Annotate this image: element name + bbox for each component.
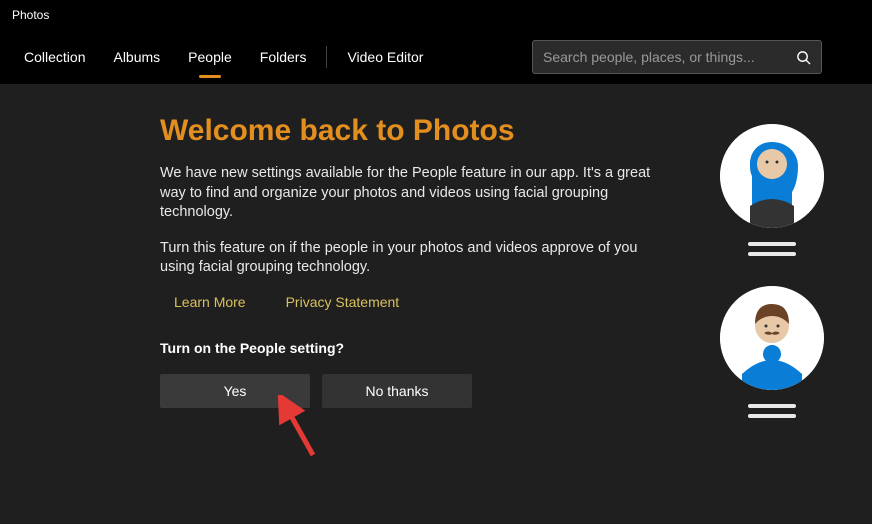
learn-more-link[interactable]: Learn More xyxy=(174,294,246,310)
question-label: Turn on the People setting? xyxy=(160,340,670,356)
main-panel: Welcome back to Photos We have new setti… xyxy=(160,114,670,418)
page-title: Welcome back to Photos xyxy=(160,114,670,148)
intro-paragraph-2: Turn this feature on if the people in yo… xyxy=(160,239,670,278)
placeholder-lines xyxy=(748,404,796,418)
links-row: Learn More Privacy Statement xyxy=(160,294,670,310)
person-card xyxy=(720,286,824,418)
tab-people[interactable]: People xyxy=(174,30,246,84)
content: Welcome back to Photos We have new setti… xyxy=(0,84,872,418)
no-thanks-button[interactable]: No thanks xyxy=(322,374,472,408)
tab-video-editor[interactable]: Video Editor xyxy=(333,30,437,84)
intro-paragraph-1: We have new settings available for the P… xyxy=(160,164,670,223)
search-input[interactable] xyxy=(543,49,796,65)
avatar xyxy=(720,124,824,228)
people-cards xyxy=(720,114,824,418)
search-icon xyxy=(796,50,811,65)
navbar: Collection Albums People Folders Video E… xyxy=(0,30,872,84)
yes-button[interactable]: Yes xyxy=(160,374,310,408)
tab-folders[interactable]: Folders xyxy=(246,30,321,84)
person-icon xyxy=(720,286,824,390)
tab-albums[interactable]: Albums xyxy=(99,30,174,84)
placeholder-lines xyxy=(748,242,796,256)
nav-divider xyxy=(326,46,327,68)
avatar xyxy=(720,286,824,390)
app-title: Photos xyxy=(12,8,49,22)
tab-collection[interactable]: Collection xyxy=(10,30,99,84)
person-card xyxy=(720,124,824,256)
titlebar: Photos xyxy=(0,0,872,30)
button-row: Yes No thanks xyxy=(160,374,670,408)
search-box[interactable] xyxy=(532,40,822,74)
person-icon xyxy=(720,124,824,228)
privacy-statement-link[interactable]: Privacy Statement xyxy=(286,294,400,310)
